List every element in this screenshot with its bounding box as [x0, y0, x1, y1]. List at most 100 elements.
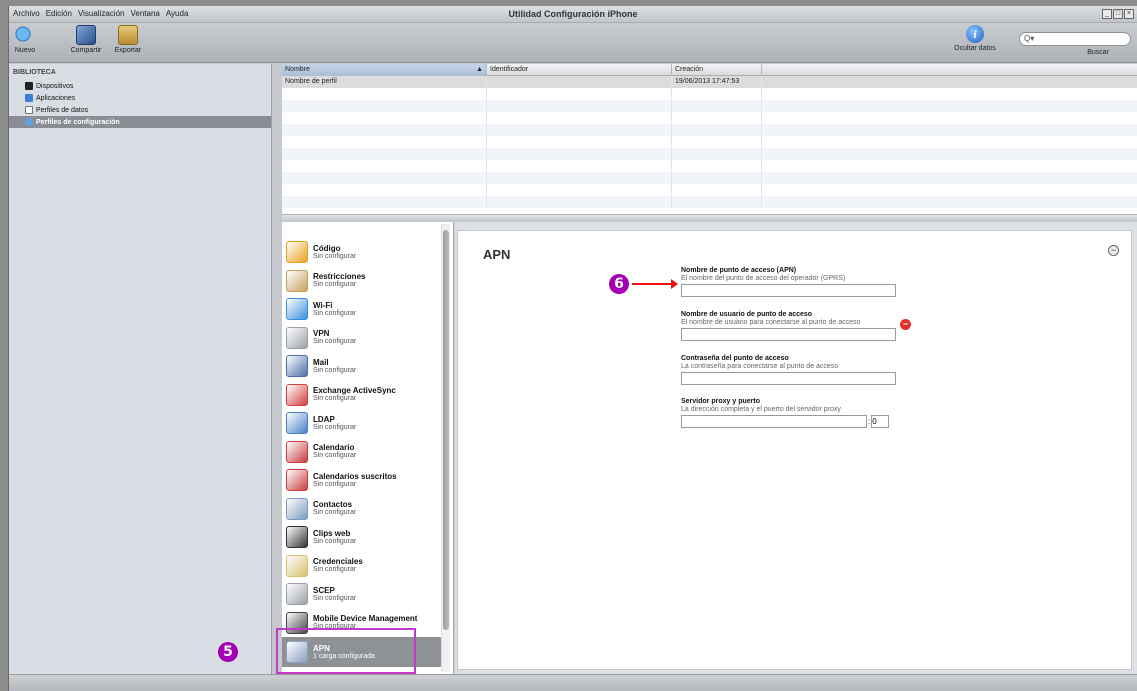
profiles-table: Nombre ▲ Identificador Creación Nombre de…: [282, 64, 1137, 214]
payload-item-calendario[interactable]: Calendario Sin configurar: [286, 438, 444, 466]
field-description: La dirección completa y el puerto del se…: [681, 406, 841, 413]
proxy-port-input[interactable]: [871, 415, 890, 428]
payload-status: Sin configurar: [313, 252, 357, 260]
apn-username-input[interactable]: [681, 328, 896, 341]
payload-text: Clips web Sin configurar: [313, 529, 356, 546]
payload-item-restricciones[interactable]: Restricciones Sin configurar: [286, 267, 444, 295]
payload-item-calendarios-suscritos[interactable]: Calendarios suscritos Sin configurar: [286, 466, 444, 494]
field-description: El nombre del punto de acceso del operad…: [681, 275, 846, 282]
column-header-name[interactable]: Nombre ▲: [282, 64, 487, 76]
table-row-empty: [282, 184, 1137, 196]
new-label: Nuevo: [14, 47, 36, 54]
table-row[interactable]: Nombre de perfil 19/06/2013 17:47:53: [282, 76, 1137, 88]
menu-bar: Archivo Edición Visualización Ventana Ay…: [9, 6, 1137, 23]
payload-text: Credenciales Sin configurar: [313, 557, 363, 574]
field-label: Nombre de punto de acceso (APN): [681, 267, 797, 274]
menu-ayuda[interactable]: Ayuda: [166, 9, 189, 18]
sort-ascending-icon: ▲: [476, 66, 483, 73]
payload-status: Sin configurar: [313, 366, 357, 374]
payload-item-exchange-activesync[interactable]: Exchange ActiveSync Sin configurar: [286, 381, 444, 409]
ldap-icon: [286, 412, 308, 434]
apn-password-field-group: Contraseña del punto de acceso La contra…: [681, 355, 941, 385]
sidebar-item-devices[interactable]: Dispositivos: [9, 80, 271, 92]
field-description: El nombre de usuario para conectarse al …: [681, 319, 861, 326]
table-cell-empty: [487, 148, 672, 160]
arrow-icon: [632, 279, 678, 289]
menu-edicion[interactable]: Edición: [46, 9, 72, 18]
export-button[interactable]: Exportar: [111, 25, 145, 54]
payload-item-contactos[interactable]: Contactos Sin configurar: [286, 495, 444, 523]
apn-name-field-group: Nombre de punto de acceso (APN) El nombr…: [681, 267, 941, 330]
hide-details-button[interactable]: i Ocultar datos: [945, 25, 1005, 52]
search-input[interactable]: [1019, 32, 1131, 46]
payload-text: SCEP Sin configurar: [313, 586, 356, 603]
sidebar-item-data-profiles[interactable]: Perfiles de datos: [9, 104, 271, 116]
scrollbar-thumb[interactable]: [443, 230, 449, 630]
table-cell-empty: [282, 184, 487, 196]
payload-text: Wi-Fi Sin configurar: [313, 301, 356, 318]
payload-item-vpn[interactable]: VPN Sin configurar: [286, 324, 444, 352]
payload-text: Mail Sin configurar: [313, 358, 356, 375]
table-row-empty: [282, 196, 1137, 208]
table-cell-empty: [672, 88, 762, 100]
payload-item-clips-web[interactable]: Clips web Sin configurar: [286, 523, 444, 551]
maximize-icon[interactable]: □: [1113, 9, 1123, 19]
menu-ventana[interactable]: Ventana: [130, 9, 159, 18]
payload-text: Código Sin configurar: [313, 244, 356, 261]
share-button[interactable]: Compartir: [67, 25, 105, 54]
sidebar-item-config-profiles[interactable]: Perfiles de configuración: [9, 116, 271, 128]
table-row-empty: [282, 124, 1137, 136]
table-row-empty: [282, 88, 1137, 100]
table-cell-empty: [487, 100, 672, 112]
payload-title: Contactos: [313, 500, 353, 509]
info-icon: i: [966, 25, 984, 43]
cell-created: 19/06/2013 17:47:53: [672, 76, 762, 88]
column-header-created[interactable]: Creación: [672, 64, 762, 76]
close-icon[interactable]: ×: [1124, 9, 1134, 19]
sidebar-item-label: Perfiles de configuración: [36, 118, 120, 126]
library-header: BIBLIOTECA: [13, 69, 56, 76]
payload-status: Sin configurar: [313, 452, 357, 459]
table-cell-empty: [487, 172, 672, 184]
table-cell-empty: [487, 112, 672, 124]
highlight-box: [276, 628, 416, 674]
column-header-identifier[interactable]: Identificador: [487, 64, 672, 76]
table-cell-empty: [282, 160, 487, 172]
menu-visualizacion[interactable]: Visualización: [78, 9, 125, 18]
payload-scrollbar[interactable]: [441, 224, 450, 672]
remove-payload-button[interactable]: −: [1108, 245, 1119, 256]
cell-name: Nombre de perfil: [282, 76, 487, 88]
payload-text: VPN Sin configurar: [313, 329, 356, 346]
share-label: Compartir: [70, 47, 102, 54]
pane-splitter[interactable]: [282, 214, 1137, 220]
payload-title: SCEP: [313, 585, 335, 595]
table-cell-empty: [672, 172, 762, 184]
proxy-host-input[interactable]: [681, 415, 867, 428]
proxy-field-group: Servidor proxy y puerto La dirección com…: [681, 398, 941, 428]
new-button[interactable]: Nuevo: [12, 25, 38, 54]
payload-item-mail[interactable]: Mail Sin configurar: [286, 352, 444, 380]
sidebar-item-applications[interactable]: Aplicaciones: [9, 92, 271, 104]
table-cell-empty: [672, 184, 762, 196]
cell-identifier: [487, 76, 672, 88]
apn-name-input[interactable]: [681, 284, 896, 297]
step-5-badge: 5: [218, 642, 238, 662]
payload-item-wi-fi[interactable]: Wi-Fi Sin configurar: [286, 295, 444, 323]
payload-item-scep[interactable]: SCEP Sin configurar: [286, 580, 444, 608]
payload-list: Código Sin configurar Restricciones Sin con…: [282, 222, 454, 674]
minimize-icon[interactable]: _: [1102, 9, 1112, 19]
table-cell-empty: [282, 196, 487, 208]
payload-text: Exchange ActiveSync Sin configurar: [313, 386, 396, 403]
apn-password-input[interactable]: [681, 372, 896, 385]
payload-status: Sin configurar: [313, 480, 357, 488]
payload-item-c-digo[interactable]: Código Sin configurar: [286, 238, 444, 266]
app-window: Archivo Edición Visualización Ventana Ay…: [8, 6, 1137, 691]
apn-settings-form: APN − Nombre de punto de acceso (APN) El…: [457, 230, 1132, 670]
device-icon: [25, 82, 33, 90]
payload-status: Sin configurar: [313, 309, 357, 317]
payload-item-ldap[interactable]: LDAP Sin configurar: [286, 409, 444, 437]
detail-panel: APN − Nombre de punto de acceso (APN) El…: [455, 222, 1137, 674]
payload-item-credenciales[interactable]: Credenciales Sin configurar: [286, 552, 444, 580]
sidebar: BIBLIOTECA Dispositivos Aplicaciones Per…: [9, 64, 272, 674]
menu-archivo[interactable]: Archivo: [13, 9, 40, 18]
